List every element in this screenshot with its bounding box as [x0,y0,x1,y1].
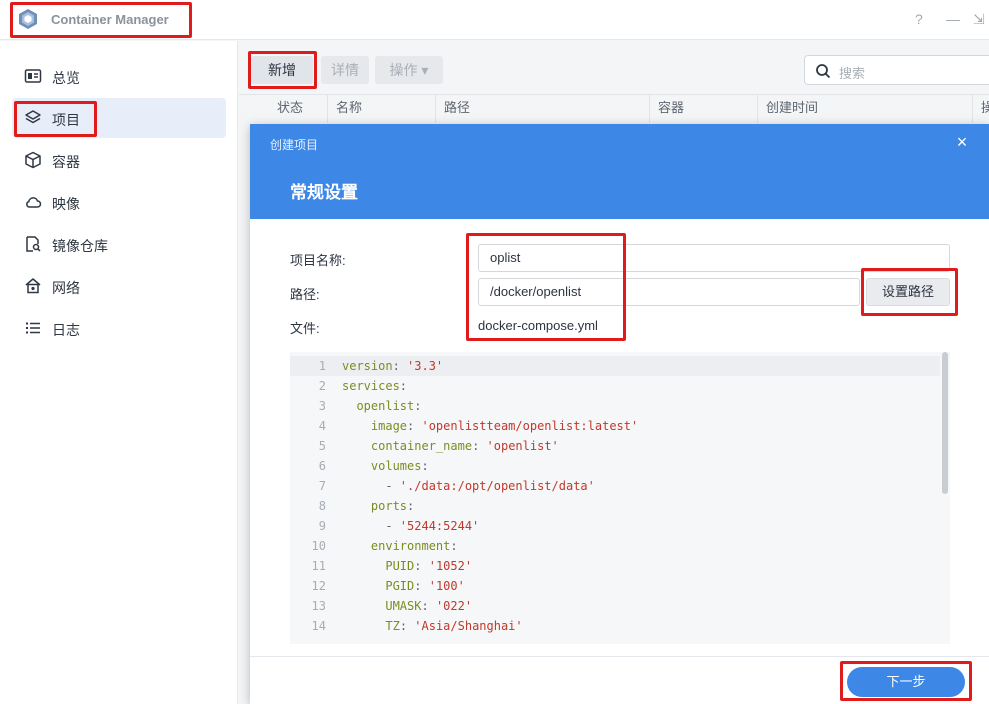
line-number: 10 [311,539,326,553]
code-text: - './data:/opt/openlist/data' [342,479,595,493]
path-label: 路径: [290,287,320,302]
code-text: environment: [370,539,458,553]
search-icon [816,64,831,79]
project-layers-icon [25,110,41,124]
editor-scrollbar[interactable] [942,352,948,494]
sidebar: 总览 项目 容器 映像 镜像仓库 网络 日志 [0,41,238,704]
column-header-status[interactable]: 状态 [269,95,303,123]
detail-button[interactable]: 详情 [321,56,369,84]
code-line: 10 environment: [290,536,940,556]
column-header-name[interactable]: 名称 [327,95,435,123]
code-line: 12 PGID: '100' [290,576,940,596]
sidebar-item-label: 项目 [52,112,80,128]
sidebar-item-label: 总览 [52,70,80,86]
line-number: 14 [311,619,326,633]
line-number: 3 [318,399,326,413]
sidebar-item-project[interactable]: 项目 [12,98,226,138]
code-text: openlist: [356,399,422,413]
file-name-value: docker-compose.yml [478,318,598,333]
project-name-label: 项目名称: [290,253,346,268]
create-project-dialog: 创建项目 × 常规设置 项目名称: oplist 路径: /docker/ope… [250,124,989,704]
code-line: 6 volumes: [290,456,940,476]
column-header-created[interactable]: 创建时间 [757,95,972,123]
search-input[interactable]: 搜索 [804,55,989,85]
close-icon[interactable]: × [950,130,974,154]
code-line: 7 - './data:/opt/openlist/data' [290,476,940,496]
sidebar-item-network[interactable]: 网络 [12,266,226,306]
code-text: volumes: [370,459,429,473]
code-line: 4 image: 'openlistteam/openlist:latest' [290,416,940,436]
line-number: 5 [318,439,326,453]
set-path-button[interactable]: 设置路径 [866,278,950,306]
container-manager-logo-icon [19,9,37,29]
line-number: 7 [318,479,326,493]
sidebar-item-label: 容器 [52,154,80,170]
sidebar-item-overview[interactable]: 总览 [12,56,226,96]
dialog-footer: 下一步 [250,656,989,704]
search-placeholder: 搜索 [839,66,866,81]
code-text: UMASK: '022' [385,599,473,613]
sidebar-item-log[interactable]: 日志 [12,308,226,348]
line-number: 2 [318,379,326,393]
minimize-icon[interactable]: — [946,11,960,27]
line-number: 6 [318,459,326,473]
new-button[interactable]: 新增 [251,56,313,84]
line-number: 1 [318,359,326,373]
column-header-action[interactable]: 操 [972,95,989,123]
sidebar-item-container[interactable]: 容器 [12,140,226,180]
sidebar-item-registry[interactable]: 镜像仓库 [12,224,226,264]
code-line: 2 services: [290,376,940,396]
overview-icon [24,69,42,83]
code-line: 5 container_name: 'openlist' [290,436,940,456]
code-line: 14 TZ: 'Asia/Shanghai' [290,616,940,636]
sidebar-item-label: 网络 [52,280,80,296]
file-label: 文件: [290,321,320,336]
line-number: 4 [318,419,326,433]
image-cloud-icon [26,197,42,208]
code-text: PUID: '1052' [385,559,473,573]
code-text: services: [342,379,408,393]
code-text: - '5244:5244' [342,519,480,533]
column-header-path[interactable]: 路径 [435,95,649,123]
column-header-container[interactable]: 容器 [649,95,757,123]
line-number: 12 [311,579,326,593]
code-text: TZ: 'Asia/Shanghai' [385,619,523,633]
dialog-small-title: 创建项目 [270,138,319,152]
code-text: container_name: 'openlist' [370,439,559,453]
code-line: 9 - '5244:5244' [290,516,940,536]
line-number: 11 [311,559,326,573]
dialog-title: 常规设置 [290,183,358,202]
table-header: 状态 名称 路径 容器 创建时间 操 [239,94,989,123]
help-icon[interactable]: ? [915,11,923,27]
code-text: version: '3.3' [342,359,444,373]
code-line: 8 ports: [290,496,940,516]
pin-icon[interactable]: ⇲ [973,11,985,28]
line-number: 9 [318,519,326,533]
line-number: 13 [311,599,326,613]
sidebar-item-label: 镜像仓库 [52,238,108,254]
sidebar-item-label: 日志 [52,322,80,338]
code-line: 11 PUID: '1052' [290,556,940,576]
code-text: PGID: '100' [385,579,465,593]
line-number: 8 [318,499,326,513]
app-title: Container Manager [51,12,169,27]
log-list-icon [26,322,40,334]
dialog-header: 创建项目 × 常规设置 [250,124,989,219]
action-dropdown-button[interactable]: 操作 ▾ [375,56,443,84]
window-titlebar: Container Manager ? — ⇲ [0,0,989,40]
code-text: ports: [370,499,415,513]
code-line: 3 openlist: [290,396,940,416]
code-line: 1 version: '3.3' [290,356,940,376]
code-text: image: 'openlistteam/openlist:latest' [370,419,639,433]
network-icon [25,278,41,294]
path-input[interactable]: /docker/openlist [478,278,860,306]
sidebar-item-image[interactable]: 映像 [12,182,226,222]
next-button[interactable]: 下一步 [847,667,965,697]
sidebar-item-label: 映像 [52,196,80,212]
container-box-icon [25,151,41,169]
yaml-code-editor[interactable]: 14 TZ: 'Asia/Shanghai' 13 UMASK: '022' 12 … [290,352,950,644]
project-name-input[interactable]: oplist [478,244,950,272]
registry-icon [26,236,41,252]
code-line: 13 UMASK: '022' [290,596,940,616]
